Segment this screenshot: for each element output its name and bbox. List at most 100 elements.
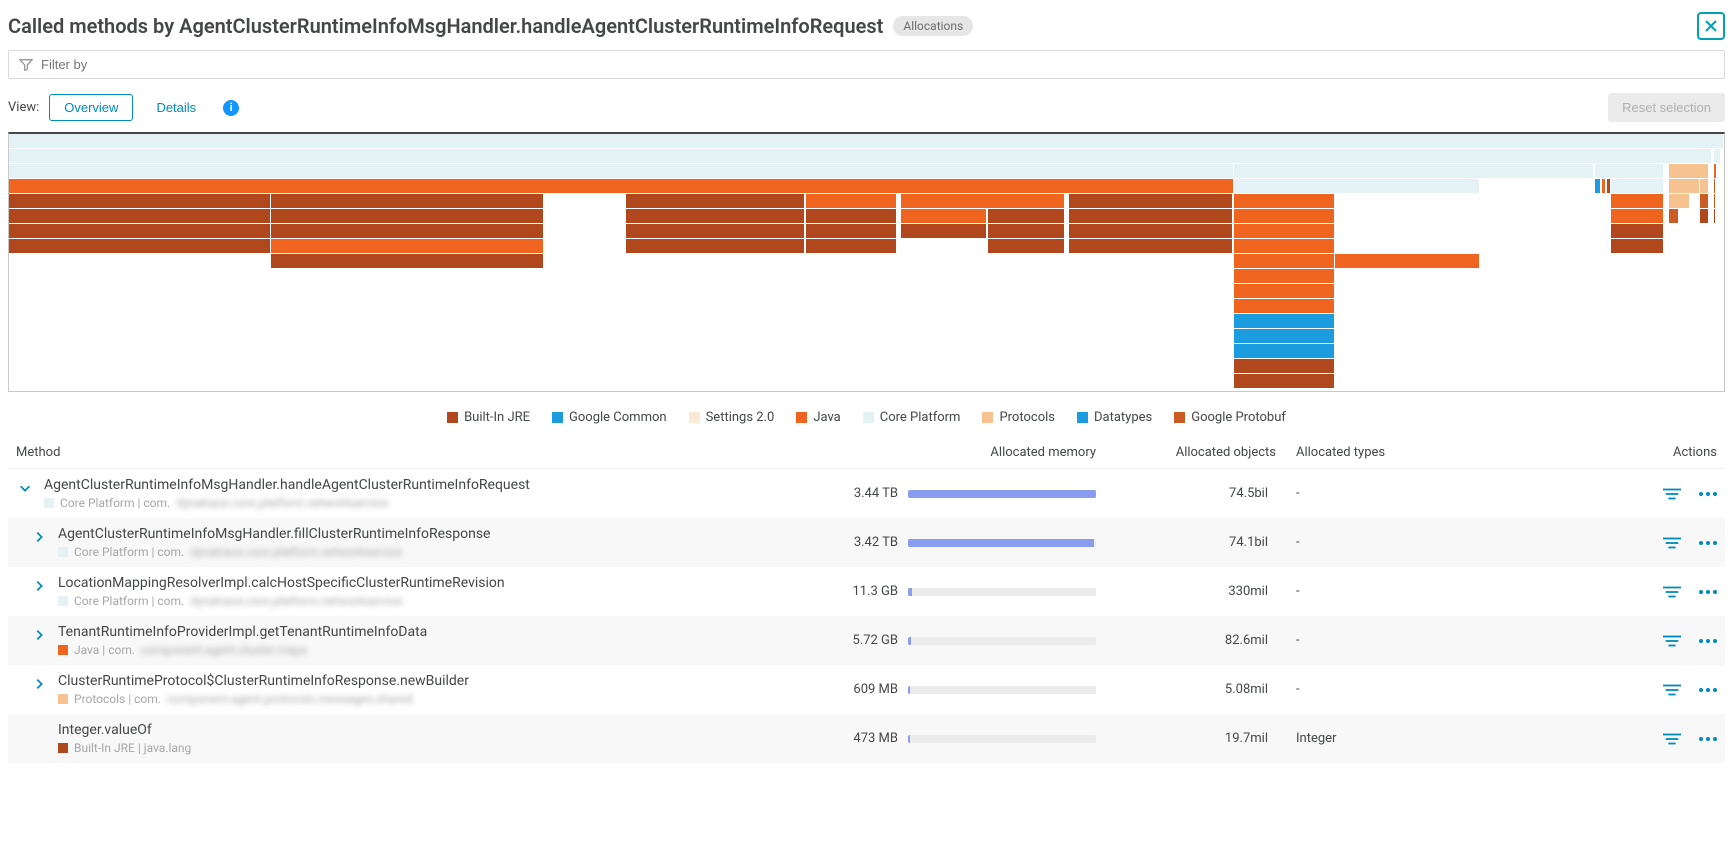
filter-action-icon[interactable] [1663,683,1681,697]
legend-item[interactable]: Google Protobuf [1174,410,1286,425]
flame-segment[interactable] [1611,194,1664,208]
flame-segment[interactable] [1234,284,1335,298]
flame-segment[interactable] [1069,239,1234,253]
legend-item[interactable]: Google Common [552,410,667,425]
flame-segment[interactable] [988,239,1065,253]
flame-segment[interactable] [1700,194,1709,208]
filter-action-icon[interactable] [1663,536,1681,550]
flame-segment[interactable] [1669,209,1679,223]
legend-item[interactable]: Core Platform [863,410,961,425]
flame-segment[interactable] [1234,209,1335,223]
tab-overview[interactable]: Overview [49,94,133,121]
flame-segment[interactable] [271,254,544,268]
flame-segment[interactable] [271,224,544,238]
flame-segment[interactable] [9,149,1712,163]
chevron-down-icon[interactable] [16,479,34,497]
flame-segment[interactable] [901,209,987,223]
flame-segment[interactable] [1234,374,1335,388]
flame-segment[interactable] [1611,209,1664,223]
flame-segment[interactable] [1234,164,1594,178]
flame-segment[interactable] [1714,179,1717,193]
flame-segment[interactable] [1234,254,1335,268]
table-row[interactable]: ClusterRuntimeProtocol$ClusterRuntimeInf… [8,665,1725,714]
flame-segment[interactable] [806,239,897,253]
legend-item[interactable]: Built-In JRE [447,410,530,425]
flame-segment[interactable] [271,239,544,253]
flame-segment[interactable] [1669,194,1690,208]
flame-segment[interactable] [1234,344,1335,358]
flame-segment[interactable] [9,164,1234,178]
flame-segment[interactable] [1234,224,1335,238]
flame-segment[interactable] [1234,314,1335,328]
close-button[interactable] [1697,12,1725,40]
filter-action-icon[interactable] [1663,585,1681,599]
table-row[interactable]: AgentClusterRuntimeInfoMsgHandler.handle… [8,469,1725,518]
flame-segment[interactable] [271,194,544,208]
legend-item[interactable]: Settings 2.0 [689,410,775,425]
flame-segment[interactable] [1714,164,1717,178]
flame-segment[interactable] [1595,179,1600,193]
more-actions-icon[interactable] [1699,585,1717,599]
flame-segment[interactable] [1700,179,1709,193]
flame-segment[interactable] [1714,209,1717,223]
flame-segment[interactable] [1611,179,1664,193]
flame-segment[interactable] [626,194,804,208]
chevron-right-icon[interactable] [30,626,48,644]
more-actions-icon[interactable] [1699,487,1717,501]
flame-segment[interactable] [9,179,1234,193]
flame-segment[interactable] [1234,329,1335,343]
flame-segment[interactable] [1069,194,1234,208]
more-actions-icon[interactable] [1699,536,1717,550]
filter-action-icon[interactable] [1663,487,1681,501]
flame-segment[interactable] [901,224,987,238]
flame-segment[interactable] [988,224,1065,238]
flame-segment[interactable] [1234,194,1335,208]
flame-segment[interactable] [1700,209,1709,223]
reset-selection-button[interactable]: Reset selection [1608,93,1725,122]
table-row[interactable]: Integer.valueOfBuilt-In JRE | java.lang4… [8,714,1725,763]
flame-segment[interactable] [1234,239,1335,253]
legend-item[interactable]: Protocols [982,410,1055,425]
filter-action-icon[interactable] [1663,634,1681,648]
flame-graph[interactable] [8,132,1725,392]
filter-bar[interactable] [8,50,1725,79]
flame-segment[interactable] [901,194,1066,208]
flame-segment[interactable] [1714,194,1717,208]
filter-input[interactable] [41,57,1714,72]
flame-segment[interactable] [626,239,804,253]
legend-item[interactable]: Datatypes [1077,410,1152,425]
flame-segment[interactable] [806,209,897,223]
flame-segment[interactable] [1611,239,1664,253]
flame-segment[interactable] [1234,359,1335,373]
chevron-right-icon[interactable] [30,675,48,693]
flame-segment[interactable] [1234,269,1335,283]
flame-segment[interactable] [9,209,271,223]
flame-segment[interactable] [626,209,804,223]
flame-segment[interactable] [806,224,897,238]
flame-segment[interactable] [1234,179,1481,193]
flame-segment[interactable] [1602,179,1605,193]
flame-segment[interactable] [1234,299,1335,313]
chevron-right-icon[interactable] [30,528,48,546]
flame-segment[interactable] [1669,179,1700,193]
flame-segment[interactable] [9,194,271,208]
flame-segment[interactable] [9,239,271,253]
flame-segment[interactable] [271,209,544,223]
more-actions-icon[interactable] [1699,683,1717,697]
flame-segment[interactable] [626,224,804,238]
flame-segment[interactable] [1595,164,1664,178]
filter-action-icon[interactable] [1663,732,1681,746]
flame-segment[interactable] [1611,224,1664,238]
flame-segment[interactable] [806,194,897,208]
chevron-right-icon[interactable] [30,577,48,595]
tab-details[interactable]: Details [141,94,211,121]
flame-segment[interactable] [1669,164,1708,178]
flame-segment[interactable] [9,134,1724,148]
table-row[interactable]: TenantRuntimeInfoProviderImpl.getTenantR… [8,616,1725,665]
flame-segment[interactable] [1069,209,1234,223]
flame-segment[interactable] [1335,254,1481,268]
flame-segment[interactable] [1714,149,1721,163]
more-actions-icon[interactable] [1699,634,1717,648]
table-row[interactable]: AgentClusterRuntimeInfoMsgHandler.fillCl… [8,518,1725,567]
table-row[interactable]: LocationMappingResolverImpl.calcHostSpec… [8,567,1725,616]
